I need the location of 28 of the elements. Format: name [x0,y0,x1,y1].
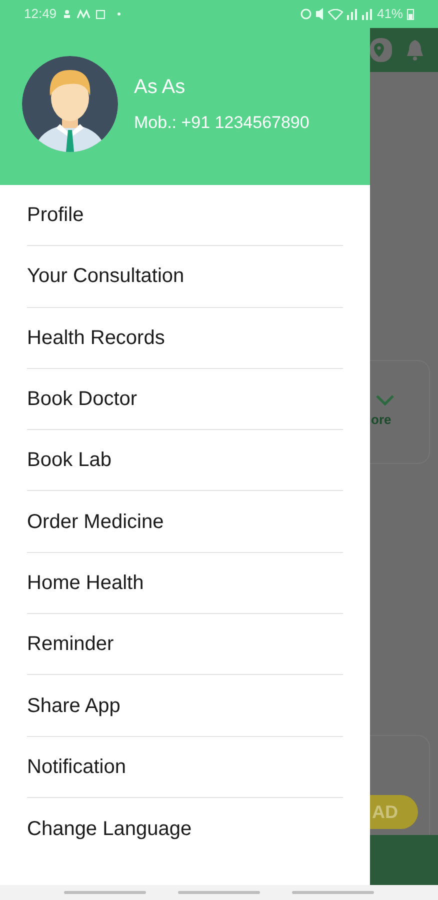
person-icon [62,9,71,19]
menu-item[interactable]: Order Medicine [27,491,343,553]
menu-item[interactable]: Notification [27,736,343,798]
chevron-down-icon [375,394,395,406]
alarm-icon [300,8,312,20]
menu-item[interactable]: Health Records [27,308,343,369]
menu-item[interactable]: Book Doctor [27,368,343,430]
signal-icon [346,8,358,20]
m-logo-icon [76,9,90,19]
status-time: 12:49 [24,5,57,24]
bottom-bar [370,835,438,885]
user-mobile: Mob.: +91 1234567890 [134,112,310,134]
dot-icon [116,12,121,16]
menu-item[interactable]: Your Consultation [27,246,343,308]
menu-item[interactable]: Book Lab [27,430,343,492]
menu-item[interactable]: Share App [27,675,343,737]
more-label: ore [371,411,392,430]
bell-icon [406,39,424,61]
mute-icon [316,8,324,20]
user-name: As As [134,74,186,100]
menu-item[interactable]: Profile [27,185,343,246]
menu-item[interactable]: Reminder [27,614,343,676]
menu-item[interactable]: Change Language [27,798,343,860]
menu-item[interactable]: Home Health [27,552,343,614]
battery-percent: 41% [376,5,403,24]
signal-icon [362,8,373,20]
wifi-icon [328,8,343,20]
battery-icon [407,8,414,20]
